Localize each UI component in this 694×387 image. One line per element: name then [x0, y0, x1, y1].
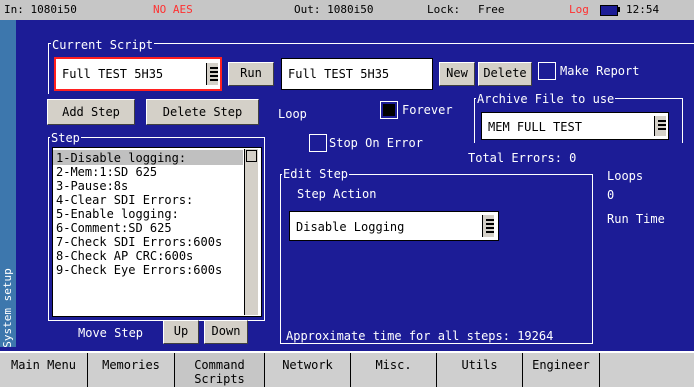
delete-step-label: Delete Step [162, 105, 243, 119]
side-tab[interactable]: System setup [0, 20, 16, 348]
archive-legend: Archive File to use [476, 92, 616, 106]
clock: 12:54 [626, 3, 660, 16]
input-format: In: 1080i50 [4, 3, 77, 16]
list-item[interactable]: 2-Mem:1:SD 625 [56, 165, 157, 179]
step-action-value: Disable Logging [296, 220, 405, 234]
list-item[interactable]: 4-Clear SDI Errors: [56, 193, 193, 207]
step-action-select[interactable]: Disable Logging [289, 211, 499, 241]
run-button-label: Run [240, 66, 262, 80]
bottom-tab-bar: Main Menu Memories Command Scripts Netwo… [0, 351, 694, 387]
down-button-label: Down [211, 324, 241, 338]
list-item[interactable]: 5-Enable logging: [56, 207, 179, 221]
run-time-label: Run Time [607, 212, 665, 226]
delete-step-button[interactable]: Delete Step [146, 99, 259, 125]
approx-time: Approximate time for all steps: 19264 [286, 329, 554, 343]
step-list[interactable]: 1-Disable logging: 2-Mem:1:SD 625 3-Paus… [52, 147, 262, 317]
forever-label: Forever [402, 103, 453, 117]
up-button[interactable]: Up [163, 320, 199, 344]
current-script-legend: Current Script [51, 38, 155, 52]
make-report-label: Make Report [560, 64, 640, 78]
stop-on-error-label: Stop On Error [329, 136, 423, 150]
step-legend: Step [50, 131, 81, 145]
script-name-field[interactable]: Full TEST 5H35 [281, 58, 433, 90]
step-action-dropdown-icon[interactable] [482, 215, 494, 237]
tab-command-scripts[interactable]: Command Scripts [175, 353, 265, 387]
tab-main-menu[interactable]: Main Menu [0, 353, 88, 387]
loop-label: Loop [278, 107, 307, 121]
down-button[interactable]: Down [204, 320, 248, 344]
battery-tip-icon [618, 7, 620, 12]
main-panel: Current Script Full TEST 5H35 Run Full T… [16, 20, 694, 347]
lock-label: Lock: [427, 3, 461, 16]
delete-button-label: Delete [483, 66, 527, 80]
loops-value: 0 [607, 188, 615, 202]
log-label: Log [569, 3, 589, 16]
aes-status: NO AES [153, 3, 193, 16]
forever-checkbox-fill [383, 104, 395, 116]
list-item[interactable]: 9-Check Eye Errors:600s [56, 263, 222, 277]
delete-button[interactable]: Delete [478, 62, 532, 86]
tab-misc[interactable]: Misc. [351, 353, 437, 387]
tab-engineer[interactable]: Engineer [523, 353, 600, 387]
script-select[interactable]: Full TEST 5H35 [54, 57, 222, 91]
script-name-value: Full TEST 5H35 [288, 67, 390, 81]
up-button-label: Up [173, 324, 189, 338]
script-select-value: Full TEST 5H35 [62, 67, 164, 81]
tab-utils[interactable]: Utils [437, 353, 523, 387]
edit-step-legend: Edit Step [282, 167, 350, 181]
list-item[interactable]: 6-Comment:SD 625 [56, 221, 172, 235]
step-action-label: Step Action [297, 187, 377, 201]
status-bar: In: 1080i50 NO AES Out: 1080i50 Lock: Fr… [0, 0, 694, 20]
move-step-label: Move Step [78, 326, 144, 340]
make-report-checkbox[interactable] [538, 62, 556, 80]
lock-value: Free [478, 3, 505, 16]
total-errors: Total Errors: 0 [468, 151, 577, 165]
script-select-dropdown-icon[interactable] [206, 63, 218, 85]
archive-select-dropdown-icon[interactable] [654, 116, 666, 136]
stop-on-error-checkbox[interactable] [309, 134, 327, 152]
tab-empty[interactable] [600, 353, 694, 387]
forever-checkbox[interactable] [380, 101, 398, 119]
list-item[interactable]: 8-Check AP CRC:600s [56, 249, 193, 263]
archive-select[interactable]: MEM FULL TEST [481, 112, 669, 140]
run-button[interactable]: Run [228, 62, 274, 86]
tab-network[interactable]: Network [265, 353, 351, 387]
step-list-scroll-thumb[interactable] [246, 150, 257, 162]
tab-memories[interactable]: Memories [88, 353, 175, 387]
list-item[interactable]: 7-Check SDI Errors:600s [56, 235, 222, 249]
list-item[interactable]: 3-Pause:8s [56, 179, 128, 193]
new-button[interactable]: New [439, 62, 475, 86]
output-format: Out: 1080i50 [294, 3, 374, 16]
archive-select-value: MEM FULL TEST [488, 120, 582, 134]
battery-icon [600, 5, 618, 16]
list-item[interactable]: 1-Disable logging: [56, 151, 186, 165]
step-list-scrollbar[interactable] [244, 149, 258, 315]
new-button-label: New [446, 66, 468, 80]
side-tab-label: System setup [1, 268, 14, 348]
add-step-button[interactable]: Add Step [47, 99, 135, 125]
loops-label: Loops [607, 169, 644, 183]
add-step-label: Add Step [62, 105, 120, 119]
